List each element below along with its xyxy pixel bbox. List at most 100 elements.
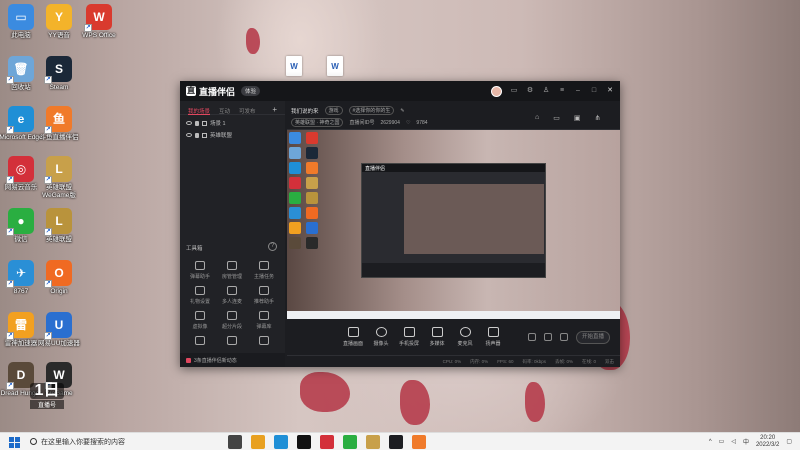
taskbar-app-icon[interactable] [274, 434, 288, 449]
add-scene-button[interactable]: + [272, 106, 277, 114]
desktop-icon[interactable]: L ↗ 英雄联盟 WeGame版 [36, 156, 82, 200]
taskbar-app-icon[interactable] [343, 434, 357, 449]
scene-item[interactable]: 英雄联盟 [180, 127, 285, 139]
taskbar-app-icon[interactable] [412, 434, 426, 449]
preview-app-icon [306, 132, 318, 144]
microphone-button[interactable]: 麦克风 [451, 327, 479, 347]
volume-icon[interactable]: ◁ [731, 438, 736, 445]
taskbar-app-icon[interactable] [389, 434, 403, 449]
tool-icon [195, 286, 205, 295]
tab-interaction[interactable]: 互动 [219, 107, 230, 115]
news-notice[interactable]: 3条直播伴侣新动态 [180, 353, 285, 367]
screen-capture-button[interactable]: 直播画面 [339, 327, 367, 347]
topic-tag[interactable]: #选择你的你的生 [348, 106, 395, 115]
visibility-icon[interactable] [186, 121, 192, 125]
search-icon [30, 438, 37, 445]
tab-publish[interactable]: 可发布 [239, 107, 256, 115]
tab-my-scenes[interactable]: 我的场景 [188, 107, 211, 115]
record-icon[interactable] [528, 333, 536, 341]
minimize-icon[interactable]: – [574, 87, 582, 95]
control-label: 多媒体 [429, 341, 445, 347]
fans-icon: ♡ [405, 119, 411, 126]
share-icon[interactable]: ⋔ [594, 114, 600, 122]
menu-icon[interactable]: ≡ [558, 87, 566, 95]
close-icon[interactable]: ✕ [606, 87, 614, 95]
tool-item[interactable]: 房管管理 [216, 261, 248, 280]
desktop-icon[interactable]: W ↗ WPS Office [76, 4, 122, 40]
desktop-icon-label: Steam [49, 84, 69, 91]
document-file-icon[interactable]: W [286, 56, 302, 76]
start-live-button[interactable]: 开始直播 [576, 330, 610, 344]
shirt-icon[interactable]: ♙ [542, 87, 550, 95]
edit-icon[interactable]: ✎ [400, 108, 404, 114]
desktop-icon[interactable]: L ↗ 英雄联盟 [36, 208, 82, 244]
desktop-icon[interactable]: S ↗ Steam [36, 56, 82, 92]
shortcut-arrow-icon: ↗ [6, 76, 14, 84]
preview-desktop-icons [289, 132, 321, 249]
tray-chevron-icon[interactable]: ^ [709, 439, 712, 445]
lock-icon[interactable]: ▣ [574, 114, 581, 122]
taskbar-app-icon[interactable] [366, 434, 380, 449]
tool-item[interactable]: 弹幕库 [248, 311, 280, 330]
maximize-icon[interactable]: □ [590, 87, 598, 95]
tool-item[interactable]: 虚拟像 [184, 311, 216, 330]
microphone-icon [459, 327, 471, 337]
tool-item[interactable]: 礼物设置 [184, 286, 216, 305]
message-icon[interactable]: ▭ [510, 87, 518, 95]
tool-item[interactable] [248, 336, 280, 348]
tool-item[interactable]: 多人连麦 [216, 286, 248, 305]
pip-icon[interactable] [544, 333, 552, 341]
phone-cast-button[interactable]: 手机投屏 [395, 327, 423, 347]
lock-icon[interactable] [195, 120, 199, 126]
tool-item[interactable]: 超分片段 [216, 311, 248, 330]
avatar[interactable] [491, 85, 502, 97]
start-button[interactable] [7, 435, 21, 449]
settings-icon[interactable]: ⚙ [526, 87, 534, 95]
category-tag[interactable]: 游戏 [324, 106, 343, 115]
tool-icon [227, 311, 237, 320]
speaker-button[interactable]: 扬声器 [479, 327, 507, 347]
clock[interactable]: 20:20 2022/3/2 [756, 435, 779, 449]
taskbar-app-icon[interactable] [320, 434, 334, 449]
help-icon[interactable]: ? [268, 242, 277, 251]
status-item: CPU: 0% [442, 359, 462, 364]
tool-icon [227, 336, 237, 345]
visibility-icon[interactable] [186, 133, 192, 137]
notification-icon[interactable]: ▢ [786, 438, 792, 445]
system-tray: ^ ▭ ◁ 中 20:20 2022/3/2 ▢ [709, 435, 800, 449]
status-item: 内存: 0% [470, 358, 489, 364]
taskbar-app-icon[interactable] [228, 434, 242, 449]
nested-preview-window: 直播伴侣 [361, 163, 546, 278]
stream-preview[interactable]: 直播伴侣 [287, 130, 620, 319]
settings-icon[interactable] [560, 333, 568, 341]
tool-item[interactable] [184, 336, 216, 348]
tool-icon [259, 336, 269, 345]
desktop-icon[interactable]: U ↗ 网易UU加速器 [36, 312, 82, 348]
taskbar-app-icon[interactable] [297, 434, 311, 449]
tool-item[interactable]: 弹幕助手 [184, 261, 216, 280]
network-icon[interactable]: ▭ [719, 438, 725, 445]
document-file-icon[interactable]: W [327, 56, 343, 76]
tool-item[interactable] [216, 336, 248, 348]
tool-item[interactable]: 推荐助手 [248, 286, 280, 305]
lock-icon[interactable] [195, 132, 199, 138]
tool-label: 礼物设置 [189, 299, 210, 305]
media-button[interactable]: 多媒体 [423, 327, 451, 347]
version-badge[interactable]: 体验 [241, 86, 261, 96]
desktop-icon[interactable]: O ↗ Origin [36, 260, 82, 296]
ime-icon[interactable]: 中 [743, 437, 749, 446]
stream-title[interactable]: 我们说的来 [291, 107, 319, 115]
scene-item[interactable]: 场景 1 [180, 115, 285, 127]
gift-icon[interactable]: ⌂ [535, 114, 539, 122]
scene-icon [202, 120, 207, 126]
taskbar-search[interactable]: 在这里输入你要搜索的内容 [30, 435, 210, 449]
room-id: 2629904 [380, 119, 400, 126]
taskbar-app-icon[interactable] [251, 434, 265, 449]
camera-button[interactable]: 摄像头 [367, 327, 395, 347]
status-item: 码率: 0kbps [522, 358, 546, 364]
game-tag[interactable]: 英雄联盟 · 神奇之国 [291, 118, 344, 127]
desktop-icon[interactable]: 鱼 ↗ 斗鱼直播伴侣 [36, 106, 82, 142]
fans-count: 9784 [416, 119, 428, 126]
chat-icon[interactable]: ▭ [553, 114, 560, 122]
tool-item[interactable]: 主播任务 [248, 261, 280, 280]
